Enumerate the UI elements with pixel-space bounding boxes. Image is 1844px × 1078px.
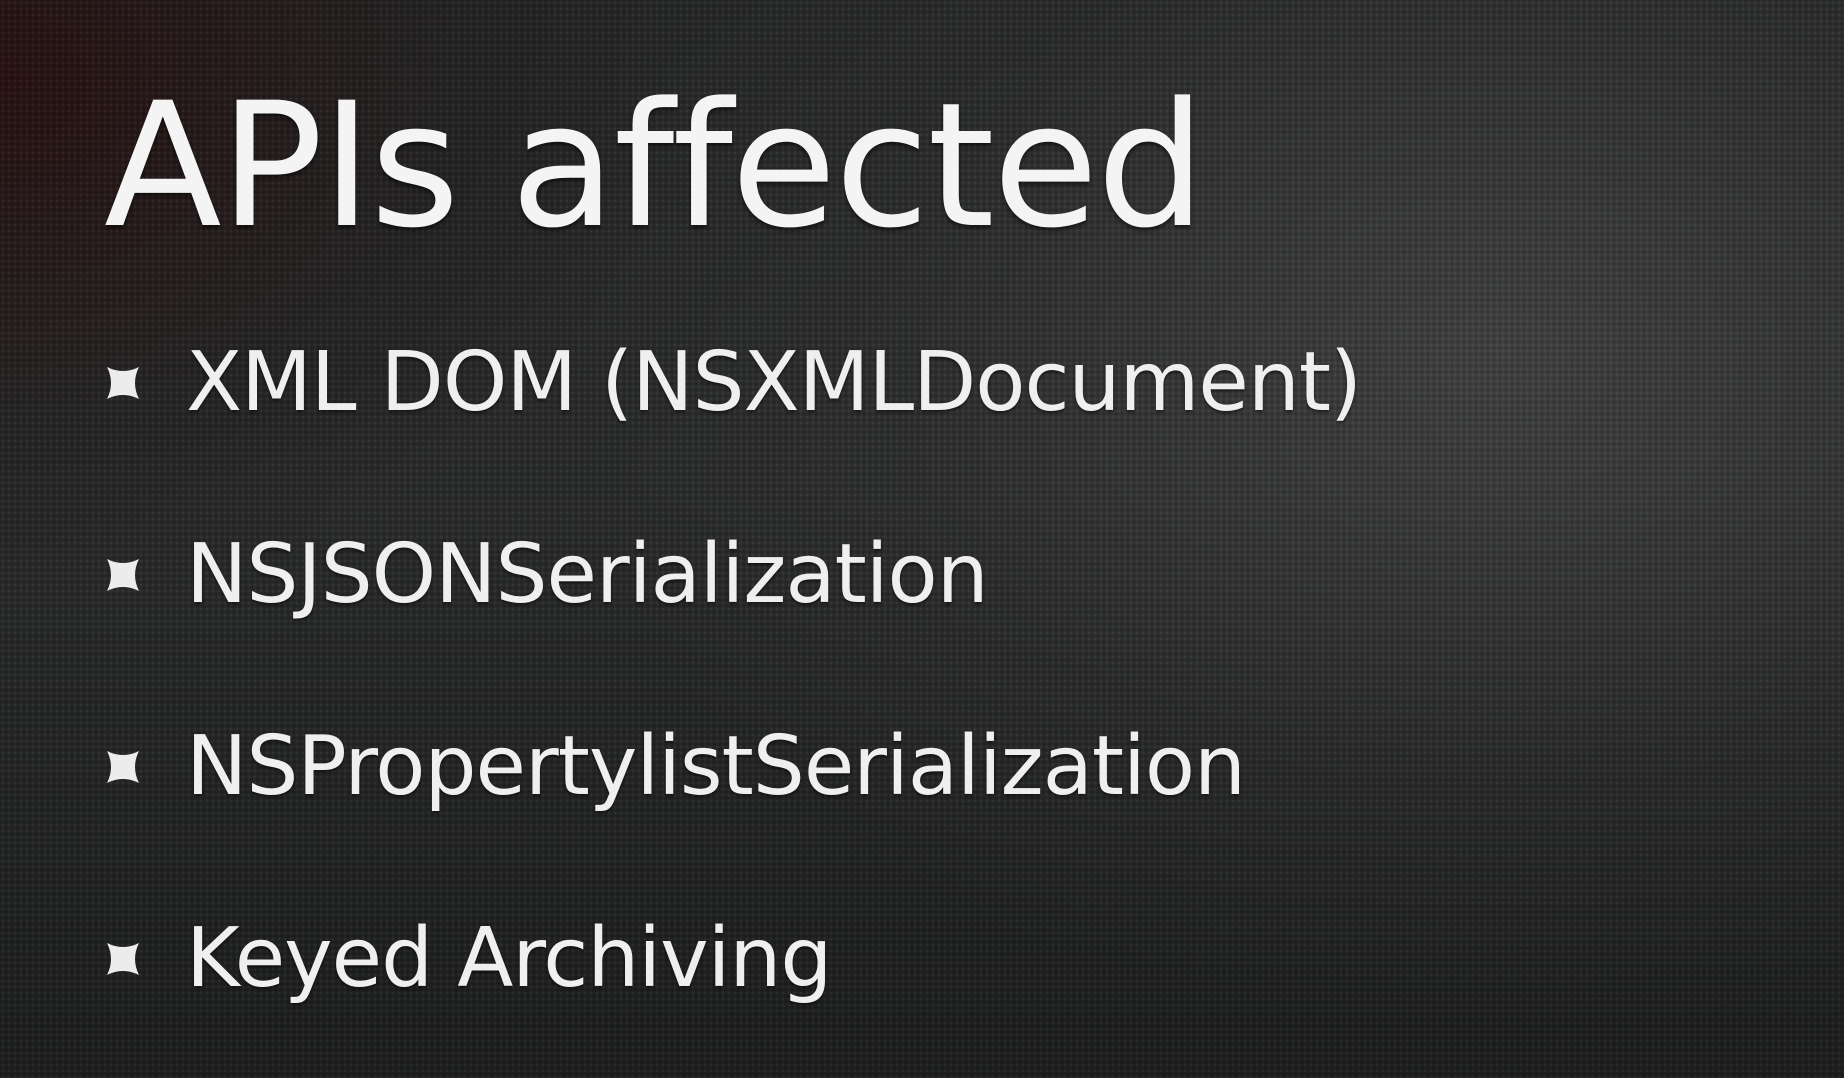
bullet-item: NSJSONSerialization [100,534,1361,726]
bullet-item: XML DOM (NSXMLDocument) [100,335,1362,534]
bullet-text: NSJSONSerialization [186,527,989,622]
bullet-text: NSPropertylistSerialization [186,719,1246,814]
bullet-item: Keyed Archiving [100,918,1361,1078]
slide: APIs affected XML DOM (NSXMLDocument) NS… [0,0,1844,1078]
bullet-icon [100,534,146,616]
slide-title: APIs affected [104,65,1206,266]
bullet-icon [100,918,146,1000]
bullet-text: XML DOM (NSXMLDocument) [186,335,1362,430]
bullet-icon [100,342,146,424]
bullet-icon [100,726,146,808]
bullet-list: XML DOM (NSXMLDocument) NSJSONSerializat… [100,335,1362,1078]
bullet-item: NSPropertylistSerialization [100,726,1361,918]
bullet-text: Keyed Archiving [186,911,832,1006]
